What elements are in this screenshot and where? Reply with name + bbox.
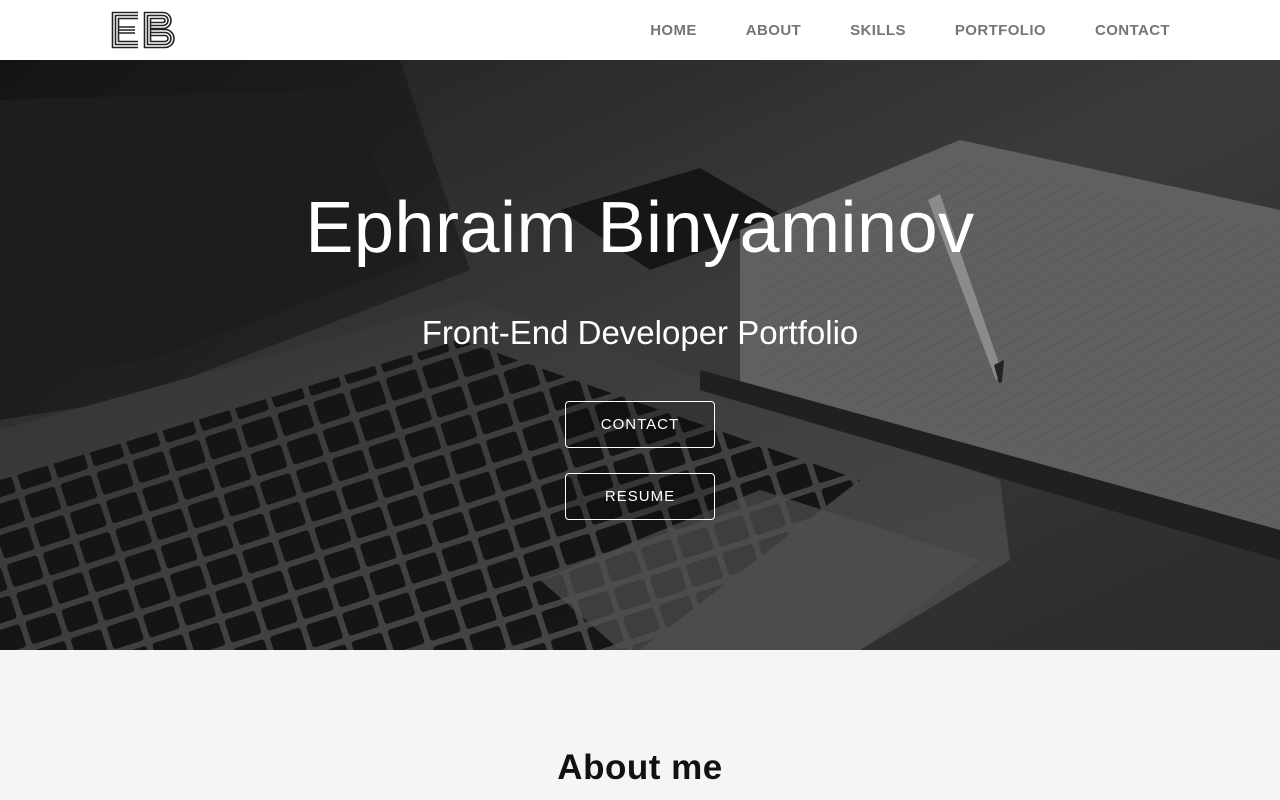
resume-button[interactable]: RESUME: [565, 473, 715, 520]
hero-subtitle: Front-End Developer Portfolio: [421, 314, 859, 351]
navbar: HOME ABOUT SKILLS PORTFOLIO CONTACT: [0, 0, 1280, 60]
nav-link-home[interactable]: HOME: [626, 22, 722, 39]
about-section: About me: [0, 650, 1280, 800]
hero-background-image: [0, 60, 1280, 650]
hero-section: Ephraim Binyaminov Front-End Developer P…: [0, 60, 1280, 650]
hero-title: Ephraim Binyaminov: [305, 188, 975, 268]
nav-link-contact[interactable]: CONTACT: [1070, 22, 1170, 39]
about-title: About me: [557, 748, 723, 787]
eb-logo-icon: [111, 11, 175, 49]
nav-link-skills[interactable]: SKILLS: [826, 22, 931, 39]
logo[interactable]: [111, 11, 175, 49]
contact-button[interactable]: CONTACT: [565, 401, 715, 448]
nav-link-about[interactable]: ABOUT: [721, 22, 825, 39]
nav-menu: HOME ABOUT SKILLS PORTFOLIO CONTACT: [626, 0, 1170, 60]
nav-link-portfolio[interactable]: PORTFOLIO: [930, 22, 1070, 39]
